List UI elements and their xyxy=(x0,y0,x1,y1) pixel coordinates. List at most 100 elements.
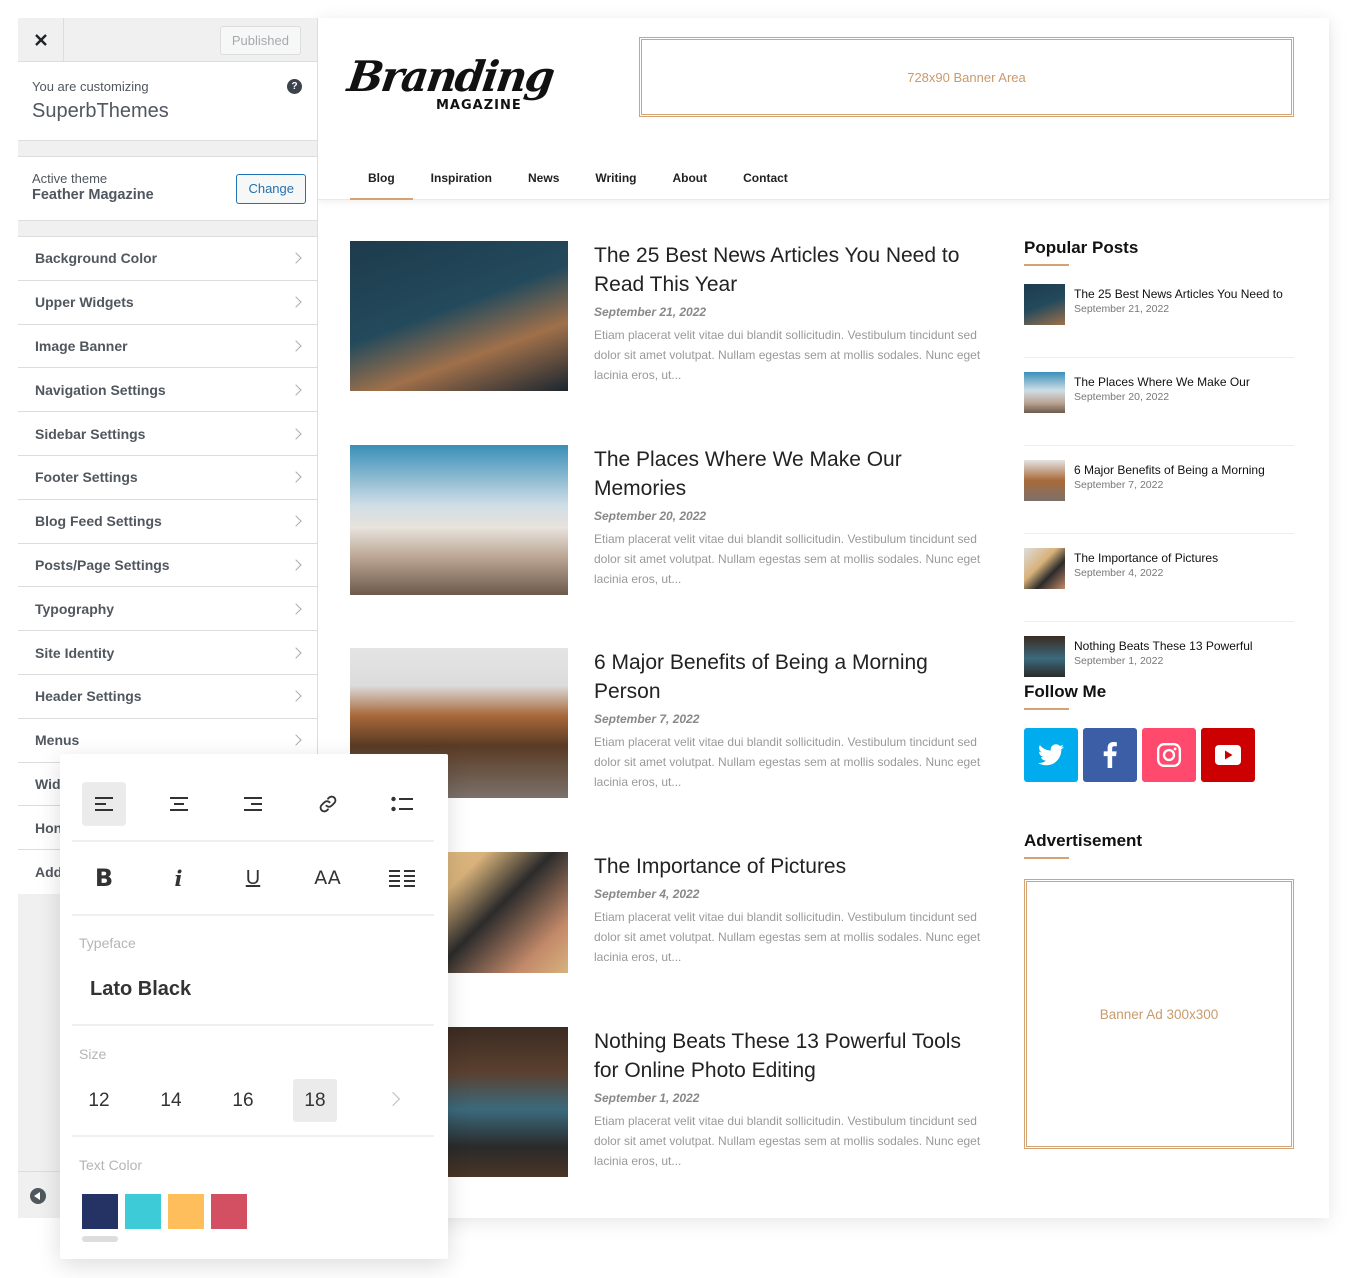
customizing-label: You are customizing xyxy=(32,79,149,94)
bullet-list-button[interactable] xyxy=(380,782,424,826)
italic-icon: i xyxy=(174,865,183,891)
help-icon[interactable]: ? xyxy=(287,79,302,94)
post-date: September 4, 2022 xyxy=(594,886,700,901)
popular-post-item[interactable]: 6 Major Benefits of Being a Morning Sept… xyxy=(1024,460,1294,534)
chevron-right-icon[interactable] xyxy=(385,1091,401,1107)
section-header-settings[interactable]: Header Settings xyxy=(18,674,317,719)
popular-post-title[interactable]: The Importance of Pictures xyxy=(1074,550,1218,566)
logo-script: Branding xyxy=(344,52,557,101)
underline-button[interactable]: U xyxy=(231,856,275,900)
popular-post-date: September 20, 2022 xyxy=(1074,391,1170,403)
popular-post-item[interactable]: The Places Where We Make Our September 2… xyxy=(1024,372,1294,446)
logo-subtitle: MAGAZINE xyxy=(436,98,522,113)
post-excerpt: Etiam placerat velit vitae dui blandit s… xyxy=(594,328,981,382)
facebook-icon xyxy=(1103,742,1117,768)
underline-icon: U xyxy=(245,866,261,889)
size-option-16[interactable]: 16 xyxy=(221,1079,265,1122)
collapse-sidebar-icon[interactable] xyxy=(30,1188,46,1204)
social-links xyxy=(1024,728,1255,782)
bold-icon: B xyxy=(94,864,114,892)
section-blog-feed-settings[interactable]: Blog Feed Settings xyxy=(18,499,317,544)
nav-item-about[interactable]: About xyxy=(654,160,725,200)
instagram-button[interactable] xyxy=(1142,728,1196,782)
section-label: Menus xyxy=(35,732,80,749)
size-option-18[interactable]: 18 xyxy=(293,1079,337,1122)
nav-item-news[interactable]: News xyxy=(510,160,577,200)
color-swatches xyxy=(82,1194,247,1242)
color-swatch-yellow[interactable] xyxy=(168,1194,204,1229)
section-typography[interactable]: Typography xyxy=(18,587,317,632)
justify-button[interactable] xyxy=(380,856,424,900)
align-right-button[interactable] xyxy=(231,782,275,826)
popular-post-title[interactable]: Nothing Beats These 13 Powerful xyxy=(1074,638,1253,654)
section-label: Site Identity xyxy=(35,644,115,661)
align-left-button[interactable] xyxy=(82,782,126,826)
active-theme-section: Active theme Feather Magazine Change xyxy=(18,156,317,221)
size-option-14[interactable]: 14 xyxy=(149,1079,193,1122)
youtube-button[interactable] xyxy=(1201,728,1255,782)
section-upper-widgets[interactable]: Upper Widgets xyxy=(18,280,317,325)
section-sidebar-settings[interactable]: Sidebar Settings xyxy=(18,412,317,456)
top-banner-ad[interactable]: 728x90 Banner Area xyxy=(639,37,1294,117)
close-button[interactable] xyxy=(18,18,64,62)
post-title[interactable]: The Places Where We Make Our Memories xyxy=(594,445,984,503)
align-left-icon xyxy=(95,797,113,811)
size-label: Size xyxy=(79,1046,107,1062)
popular-post-date: September 4, 2022 xyxy=(1074,567,1164,579)
uppercase-button[interactable]: AA xyxy=(306,856,350,900)
sidebar-ad-box[interactable]: Banner Ad 300x300 xyxy=(1024,879,1294,1149)
post-thumbnail[interactable] xyxy=(350,444,568,595)
link-button[interactable] xyxy=(306,782,350,826)
list-icon xyxy=(391,796,413,812)
typeface-select[interactable]: Lato Black xyxy=(90,978,191,1001)
post-title[interactable]: The 25 Best News Articles You Need to Re… xyxy=(594,241,984,299)
advertisement-widget: Advertisement Banner Ad 300x300 xyxy=(1024,831,1294,1149)
nav-item-contact[interactable]: Contact xyxy=(725,160,806,200)
size-options: 12 14 16 18 xyxy=(77,1079,337,1122)
color-swatch-cyan[interactable] xyxy=(125,1194,161,1229)
align-center-button[interactable] xyxy=(157,782,201,826)
post-title[interactable]: 6 Major Benefits of Being a Morning Pers… xyxy=(594,648,984,706)
facebook-button[interactable] xyxy=(1083,728,1137,782)
color-swatch-navy[interactable] xyxy=(82,1194,118,1242)
section-navigation-settings[interactable]: Navigation Settings xyxy=(18,368,317,413)
published-button[interactable]: Published xyxy=(219,26,301,55)
color-swatch-red[interactable] xyxy=(211,1194,247,1229)
customizer-header: Published xyxy=(18,18,317,62)
chevron-right-icon xyxy=(290,690,302,703)
chevron-right-icon xyxy=(290,427,302,440)
twitter-icon xyxy=(1038,744,1064,766)
italic-button[interactable]: i xyxy=(157,856,201,900)
section-background-color[interactable]: Background Color xyxy=(18,237,317,281)
nav-item-writing[interactable]: Writing xyxy=(577,160,654,200)
chevron-right-icon xyxy=(290,384,302,396)
bold-button[interactable]: B xyxy=(82,856,126,900)
site-logo[interactable]: Branding MAGAZINE xyxy=(345,52,556,118)
popular-post-date: September 21, 2022 xyxy=(1074,303,1170,315)
popular-post-thumbnail xyxy=(1024,460,1065,501)
change-theme-button[interactable]: Change xyxy=(236,174,306,204)
post-excerpt: Etiam placerat velit vitae dui blandit s… xyxy=(594,735,981,789)
section-site-identity[interactable]: Site Identity xyxy=(18,631,317,675)
post-thumbnail[interactable] xyxy=(350,241,568,391)
post-excerpt: Etiam placerat velit vitae dui blandit s… xyxy=(594,909,981,964)
link-icon xyxy=(319,795,336,813)
size-option-12[interactable]: 12 xyxy=(77,1079,121,1122)
nav-item-inspiration[interactable]: Inspiration xyxy=(413,160,510,200)
section-image-banner[interactable]: Image Banner xyxy=(18,324,317,369)
section-footer-settings[interactable]: Footer Settings xyxy=(18,455,317,500)
popular-post-title[interactable]: 6 Major Benefits of Being a Morning xyxy=(1074,462,1265,478)
popular-post-item[interactable]: The 25 Best News Articles You Need to Se… xyxy=(1024,284,1294,358)
post-title[interactable]: The Importance of Pictures xyxy=(594,852,984,881)
post-title[interactable]: Nothing Beats These 13 Powerful Tools fo… xyxy=(594,1027,984,1085)
twitter-button[interactable] xyxy=(1024,728,1078,782)
popular-post-title[interactable]: The 25 Best News Articles You Need to xyxy=(1074,286,1283,302)
post-item: The Places Where We Make Our Memories Se… xyxy=(350,444,990,649)
active-theme-label: Active theme xyxy=(32,171,108,186)
popular-post-item[interactable]: The Importance of Pictures September 4, … xyxy=(1024,548,1294,622)
section-posts-page-settings[interactable]: Posts/Page Settings xyxy=(18,543,317,588)
popular-post-title[interactable]: The Places Where We Make Our xyxy=(1074,374,1250,390)
nav-item-blog[interactable]: Blog xyxy=(350,160,413,200)
section-label: Typography xyxy=(35,600,115,617)
post-excerpt: Etiam placerat velit vitae dui blandit s… xyxy=(594,531,981,586)
